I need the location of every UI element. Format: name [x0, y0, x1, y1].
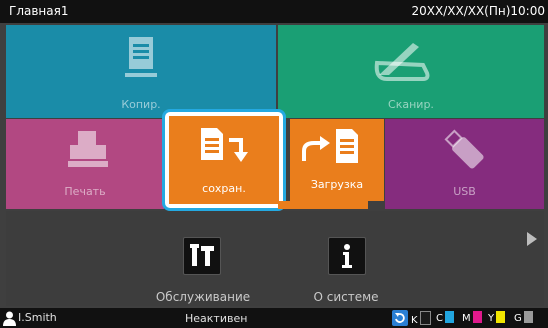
ink-g: G: [514, 311, 533, 324]
user-name: I.Smith: [18, 311, 57, 324]
next-page-arrow[interactable]: [527, 232, 537, 246]
ink-m: M: [462, 311, 482, 324]
load-label: Загрузка: [310, 178, 364, 191]
ink-y: Y: [488, 311, 506, 324]
tools-area: [6, 211, 544, 306]
ink-g-level: [523, 311, 533, 323]
machine-state: Неактивен: [185, 312, 248, 325]
copy-tile[interactable]: Копир.: [6, 25, 276, 118]
ink-k: K: [411, 311, 431, 326]
store-document-icon: [201, 128, 248, 162]
load-tile[interactable]: Загрузка: [290, 119, 384, 201]
ink-refresh-icon[interactable]: [392, 310, 408, 326]
ink-y-level: [496, 311, 506, 323]
store-label: сохран.: [202, 182, 246, 195]
tools-icon: [190, 244, 214, 266]
ink-c-level: [444, 311, 454, 323]
screen-title: Главная1: [9, 4, 69, 18]
copy-document-icon: [125, 37, 157, 77]
usb-tile[interactable]: USB: [385, 119, 544, 209]
info-icon: [342, 244, 352, 268]
ink-k-level: [419, 311, 431, 325]
print-label: Печать: [64, 185, 106, 198]
scanner-icon: [374, 43, 430, 81]
system-label: О системе: [313, 290, 379, 304]
status-bar: I.Smith Неактивен K C M Y G: [0, 308, 548, 328]
maintenance-label: Обслуживание: [155, 290, 251, 304]
ink-m-level: [472, 311, 482, 323]
print-tile[interactable]: Печать: [6, 119, 164, 209]
ink-c: C: [436, 311, 454, 324]
scan-tile[interactable]: Сканир.: [278, 25, 544, 118]
date-time: 20XX/XX/XX(Пн)10:00: [411, 4, 546, 18]
usb-icon: [444, 129, 484, 169]
orange-strip: [278, 201, 368, 209]
user-icon: [3, 311, 16, 326]
load-document-icon: [302, 129, 358, 163]
system-info-button[interactable]: [328, 237, 366, 275]
printer-icon: [68, 131, 108, 167]
top-bar: Главная1 20XX/XX/XX(Пн)10:00: [0, 0, 548, 23]
store-tile[interactable]: сохран.: [169, 116, 279, 204]
home-screen: Главная1 20XX/XX/XX(Пн)10:00 Копир. Скан…: [0, 0, 548, 328]
maintenance-button[interactable]: [183, 237, 221, 275]
usb-label: USB: [453, 185, 476, 198]
scan-label: Сканир.: [388, 98, 434, 111]
